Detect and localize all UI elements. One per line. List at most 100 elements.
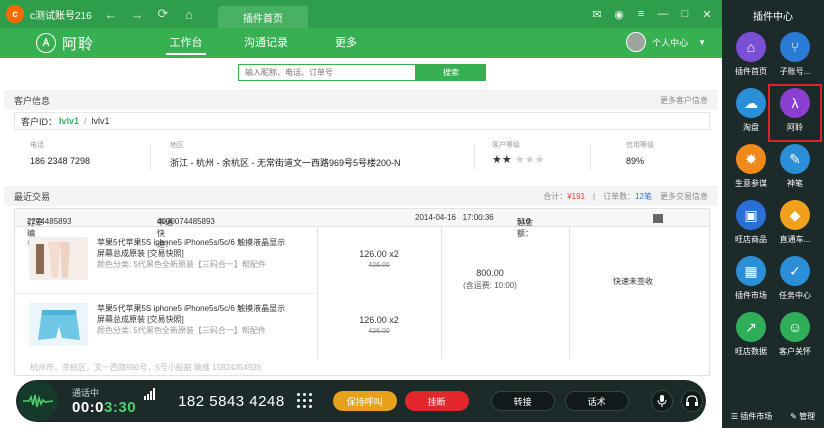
sidebar-item-share[interactable]: ⑂ 子账号... <box>772 32 818 82</box>
customer-level-field: 客户等级 ★★ ★★★ <box>492 140 544 166</box>
tab-workbench[interactable]: 工作台 <box>146 28 226 58</box>
customer-id-value[interactable]: lvlv1 <box>59 116 79 126</box>
close-icon[interactable]: ✕ <box>696 8 718 21</box>
sidebar-item-label: 任务中心 <box>779 291 811 300</box>
chevron-down-icon: ▼ <box>698 37 706 47</box>
trades-summary: 合计：¥191 | 订单数：12笔 更多交易信息 <box>543 191 708 202</box>
shipping-address: 杭州市，余杭区，文一西路996号，5号小船舶 姚维 15824354935 <box>30 363 262 372</box>
shipping-fee: (含运费: 10:00) <box>463 281 517 290</box>
order-card: 订单编号：2274485893 中通快递：4000074485893 2014-… <box>14 208 710 376</box>
order-total: 800.00 (含运费: 10:00) <box>426 268 554 291</box>
aling-icon: λ <box>780 88 810 118</box>
sidebar-item-pen[interactable]: ✎ 神笔 <box>772 144 818 194</box>
user-menu[interactable]: 个人中心 ▼ <box>626 32 706 52</box>
sidebar-item-aling[interactable]: λ 阿聆 <box>768 84 822 142</box>
search-input[interactable] <box>238 64 416 81</box>
product-image[interactable] <box>29 237 88 280</box>
app-logo-icon: c <box>6 5 24 23</box>
sidebar-item-label: 神笔 <box>787 179 803 188</box>
mail-icon[interactable]: ✉ <box>586 8 608 21</box>
search-button[interactable]: 搜索 <box>416 64 486 81</box>
sidebar-item-care[interactable]: ☺ 客户关怀 <box>772 312 818 362</box>
user-center-label: 个人中心 <box>652 37 689 48</box>
minimize-icon[interactable]: — <box>652 8 674 20</box>
region-value: 浙江 - 杭州 - 余杭区 - 无常街道文一西路969号5号楼200-N <box>170 158 401 168</box>
sidebar-item-car[interactable]: ◆ 直通车... <box>772 200 818 250</box>
product-price: 126.00 x2 426.00 <box>317 249 441 269</box>
product-info: 苹果5代苹果5S iphone5 iPhone5s/5c/6 触摸液晶显示屏幕总… <box>97 237 287 270</box>
flag-icon[interactable] <box>653 214 663 223</box>
call-timer-seconds: 3:30 <box>104 399 137 416</box>
product-title-link[interactable]: 苹果5代苹果5S iphone5 iPhone5s/5c/6 触摸液晶显示屏幕总… <box>97 238 285 258</box>
product-image[interactable] <box>29 303 88 346</box>
section-title: 客户信息 <box>14 96 51 106</box>
tab-more[interactable]: 更多 <box>306 28 386 58</box>
plugin-market-link[interactable]: ☰ 插件市场 <box>731 411 772 422</box>
microphone-icon[interactable] <box>650 390 673 412</box>
product-title-link[interactable]: 苹果5代苹果5S iphone5 iPhone5s/5c/6 触摸液晶显示屏幕总… <box>97 304 285 324</box>
menu-icon[interactable]: ≡ <box>630 8 652 20</box>
panel-footer: ☰ 插件市场 ✎ 管理 <box>722 411 824 422</box>
sidebar-item-home[interactable]: ⌂ 插件首页 <box>728 32 774 82</box>
care-icon: ☺ <box>780 312 810 342</box>
customer-id-label: 客户ID： <box>21 116 58 127</box>
call-status-label: 通话中 <box>72 388 100 398</box>
sidebar-item-label: 插件首页 <box>735 67 767 76</box>
headset-icon[interactable] <box>680 390 703 412</box>
waveform-icon <box>18 381 58 421</box>
script-button[interactable]: 话术 <box>564 391 629 411</box>
customer-id-alias: lvlv1 <box>91 116 110 126</box>
region-field: 地区 浙江 - 杭州 - 余杭区 - 无常街道文一西路969号5号楼200-N <box>170 140 401 169</box>
app-header: 阿聆 工作台 沟通记录 更多 个人中心 ▼ <box>0 28 722 58</box>
customer-section-header: 客户信息 更多客户信息 <box>4 90 718 110</box>
home-icon[interactable]: ⌂ <box>180 7 198 22</box>
sidebar-item-task[interactable]: ✓ 任务中心 <box>772 256 818 306</box>
product-sku: 颜色分类: 5代黑色全新原装【三码合一】帮配件 <box>97 260 266 269</box>
skin-icon[interactable]: ◉ <box>608 8 630 21</box>
star-rating: ★★ ★★★ <box>492 153 544 166</box>
phone-value: 186 2348 7298 <box>30 156 91 166</box>
dialpad-icon[interactable] <box>296 393 313 409</box>
level-label: 客户等级 <box>492 142 520 149</box>
brand: 阿聆 <box>36 33 146 54</box>
order-header: 订单编号：2274485893 中通快递：4000074485893 2014-… <box>15 209 709 249</box>
manage-link[interactable]: ✎ 管理 <box>790 411 815 422</box>
sidebar-item-chart[interactable]: ↗ 旺店数据 <box>728 312 774 362</box>
sidebar-item-label: 旺店数据 <box>735 347 767 356</box>
transfer-button[interactable]: 转接 <box>490 391 555 411</box>
customer-details: 电话 186 2348 7298 地区 浙江 - 杭州 - 余杭区 - 无常街道… <box>30 140 710 174</box>
phone-field: 电话 186 2348 7298 <box>30 140 90 166</box>
tab-plugin-home[interactable]: 插件首页 <box>218 6 308 28</box>
refresh-icon[interactable]: ⟳ <box>154 6 172 22</box>
sidebar-item-market[interactable]: ▦ 插件市场 <box>728 256 774 306</box>
sidebar-item-label: 旺店商品 <box>735 235 767 244</box>
hold-call-button[interactable]: 保持呼叫 <box>332 391 397 411</box>
signal-icon <box>144 386 158 400</box>
sidebar-item-goods[interactable]: ▣ 旺店商品 <box>728 200 774 250</box>
car-icon: ◆ <box>780 200 810 230</box>
order-count-value: 12笔 <box>635 192 652 201</box>
panel-title: 插件中心 <box>753 12 793 23</box>
back-icon[interactable]: ← <box>102 7 120 22</box>
forward-icon[interactable]: → <box>128 7 146 22</box>
section-title: 最近交易 <box>14 192 51 202</box>
compass-icon: ✸ <box>736 144 766 174</box>
more-customer-info-link[interactable]: 更多客户信息 <box>660 95 708 106</box>
task-icon: ✓ <box>780 256 810 286</box>
goods-icon: ▣ <box>736 200 766 230</box>
call-status: 通话中 00:03:30 <box>72 386 136 416</box>
phone-label: 电话 <box>30 142 44 149</box>
sidebar-item-cloud[interactable]: ☁ 淘盘 <box>728 88 774 138</box>
avatar <box>626 32 647 52</box>
tab-communication-records[interactable]: 沟通记录 <box>226 28 306 58</box>
more-trades-link[interactable]: 更多交易信息 <box>660 191 708 202</box>
trades-section-header: 最近交易 合计：¥191 | 订单数：12笔 更多交易信息 <box>4 186 718 206</box>
region-label: 地区 <box>170 142 184 149</box>
brand-name: 阿聆 <box>62 35 95 53</box>
market-icon: ▦ <box>736 256 766 286</box>
hangup-button[interactable]: 挂断 <box>404 391 469 411</box>
sidebar-item-compass[interactable]: ✸ 生意参谋 <box>728 144 774 194</box>
call-number: 182 5843 4248 <box>178 392 285 410</box>
maximize-icon[interactable]: □ <box>674 8 696 20</box>
product-info: 苹果5代苹果5S iphone5 iPhone5s/5c/6 触摸液晶显示屏幕总… <box>97 303 287 336</box>
